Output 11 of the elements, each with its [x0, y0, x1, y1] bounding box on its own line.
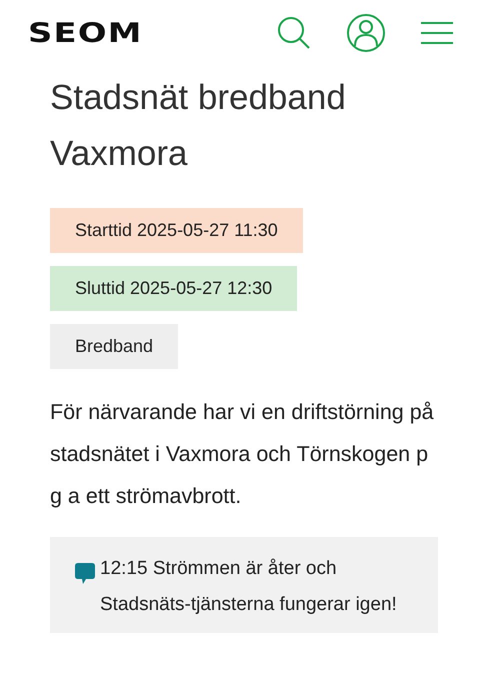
search-icon[interactable] [277, 16, 311, 50]
speech-bubble-icon [75, 563, 95, 584]
tag: Sluttid 2025-05-27 12:30 [50, 266, 298, 311]
tag: Bredband [50, 324, 178, 369]
page-title: Stadsnät bredband Vaxmora [50, 77, 347, 175]
description: För närvarande har vi en driftstörning på stadsnätet i Vaxmora och Törnskogen p g a ett strömavbrott. [50, 399, 435, 510]
update-text: 12:15 Strömmen är åter och Stadsnäts-tjänsterna fungerar igen! [100, 557, 398, 617]
user-icon[interactable] [347, 14, 385, 52]
menu-icon[interactable] [421, 21, 453, 45]
tag: Starttid 2025-05-27 11:30 [50, 208, 303, 253]
logo[interactable]: SEOM [28, 18, 143, 48]
